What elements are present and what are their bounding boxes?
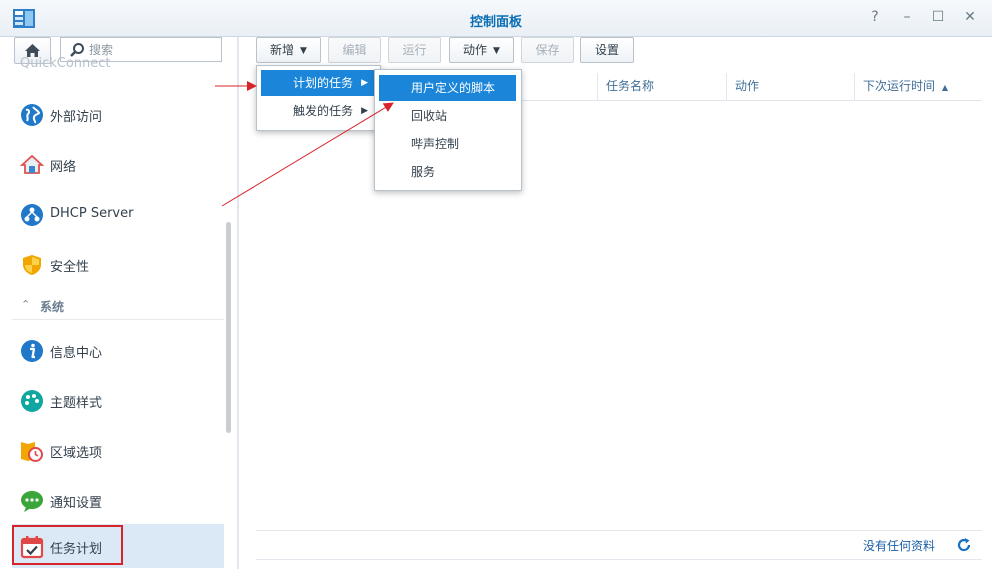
sidebar-item-label: 安全性	[50, 260, 90, 275]
create-button[interactable]: 新增 ▼	[256, 37, 321, 63]
sidebar-divider	[237, 37, 239, 569]
help-button[interactable]: ?	[868, 10, 882, 24]
menu-item-triggered-task[interactable]: 触发的任务 ▶	[261, 98, 376, 124]
sidebar: QuickConnect 外部访问 网络 DHCP Server 安全性	[0, 37, 237, 569]
column-task-name[interactable]: 任务名称	[597, 73, 726, 100]
sidebar-item-notifications[interactable]: 通知设置	[12, 478, 224, 522]
shield-icon	[23, 255, 41, 275]
sidebar-item-label: 区域选项	[50, 446, 103, 461]
palette-icon	[21, 390, 43, 412]
sidebar-item-label: 通知设置	[50, 496, 103, 511]
sidebar-item-label: 主题样式	[50, 396, 103, 411]
caret-down-icon: ▼	[300, 45, 307, 56]
save-button[interactable]: 保存	[521, 37, 574, 63]
dhcp-icon	[21, 204, 43, 226]
menu-item-service[interactable]: 服务	[379, 159, 516, 185]
submenu-arrow-icon: ▶	[361, 106, 368, 116]
create-button-label: 新增	[270, 43, 295, 57]
column-label: 下次运行时间	[863, 79, 936, 93]
empty-status-text: 没有任何资料	[862, 539, 935, 553]
sidebar-item-theme[interactable]: 主题样式	[12, 378, 224, 422]
sidebar-item-external-access[interactable]: 外部访问	[12, 92, 224, 136]
sidebar-item-task-scheduler[interactable]: 任务计划	[12, 524, 224, 568]
action-button[interactable]: 动作 ▼	[449, 37, 514, 63]
region-clock-icon	[21, 442, 43, 462]
chat-bubble-icon	[21, 491, 43, 512]
title-bar: 控制面板 ? – ☐ ✕	[0, 0, 992, 37]
submenu-arrow-icon: ▶	[361, 78, 368, 88]
calendar-check-icon	[20, 536, 44, 559]
section-header-label: 系统	[40, 300, 65, 314]
chevron-up-icon: ⌃	[21, 298, 31, 311]
menu-item-recycle-bin[interactable]: 回收站	[379, 103, 516, 129]
sidebar-item-dhcp-server[interactable]: DHCP Server	[12, 192, 224, 236]
menu-item-label: 计划的任务	[293, 76, 354, 90]
window-title: 控制面板	[469, 15, 522, 30]
sidebar-item-info-center[interactable]: 信息中心	[12, 328, 224, 372]
sidebar-item-regional-options[interactable]: 区域选项	[12, 428, 224, 472]
sidebar-item-label: 外部访问	[50, 110, 103, 125]
minimize-button[interactable]: –	[900, 10, 914, 24]
menu-item-beep-control[interactable]: 哔声控制	[379, 131, 516, 157]
column-next-run-time[interactable]: 下次运行时间 ▲	[854, 73, 968, 100]
house-network-icon	[20, 154, 44, 174]
section-header-system[interactable]: ⌃ 系统	[12, 293, 224, 320]
sidebar-item-label: 任务计划	[50, 542, 103, 557]
column-action[interactable]: 动作	[726, 73, 854, 100]
close-button[interactable]: ✕	[963, 10, 977, 24]
sidebar-item-network[interactable]: 网络	[12, 142, 224, 186]
menu-item-scheduled-task[interactable]: 计划的任务 ▶	[261, 70, 376, 96]
action-button-label: 动作	[463, 43, 488, 57]
sidebar-item-security[interactable]: 安全性	[12, 242, 224, 286]
sidebar-item-label: 网络	[50, 160, 77, 175]
sidebar-item-label: 信息中心	[50, 346, 103, 361]
globe-icon	[21, 104, 43, 126]
create-menu: 计划的任务 ▶ 触发的任务 ▶	[256, 65, 381, 131]
maximize-button[interactable]: ☐	[931, 10, 945, 24]
menu-item-label: 触发的任务	[293, 104, 354, 118]
caret-down-icon: ▼	[493, 45, 500, 56]
sidebar-item-quickconnect-partial[interactable]: QuickConnect	[20, 56, 111, 72]
sidebar-scrollbar[interactable]	[226, 222, 231, 433]
grid-footer: 没有任何资料	[256, 530, 982, 560]
run-button[interactable]: 运行	[388, 37, 441, 63]
refresh-icon[interactable]	[956, 537, 972, 553]
settings-button[interactable]: 设置	[580, 37, 634, 63]
edit-button[interactable]: 编辑	[328, 37, 381, 63]
scheduled-task-submenu: 用户定义的脚本 回收站 哔声控制 服务	[374, 69, 522, 191]
info-icon	[21, 340, 43, 362]
sort-ascending-icon: ▲	[941, 83, 948, 92]
sidebar-item-label: DHCP Server	[50, 206, 134, 221]
menu-item-user-defined-script[interactable]: 用户定义的脚本	[379, 75, 516, 101]
